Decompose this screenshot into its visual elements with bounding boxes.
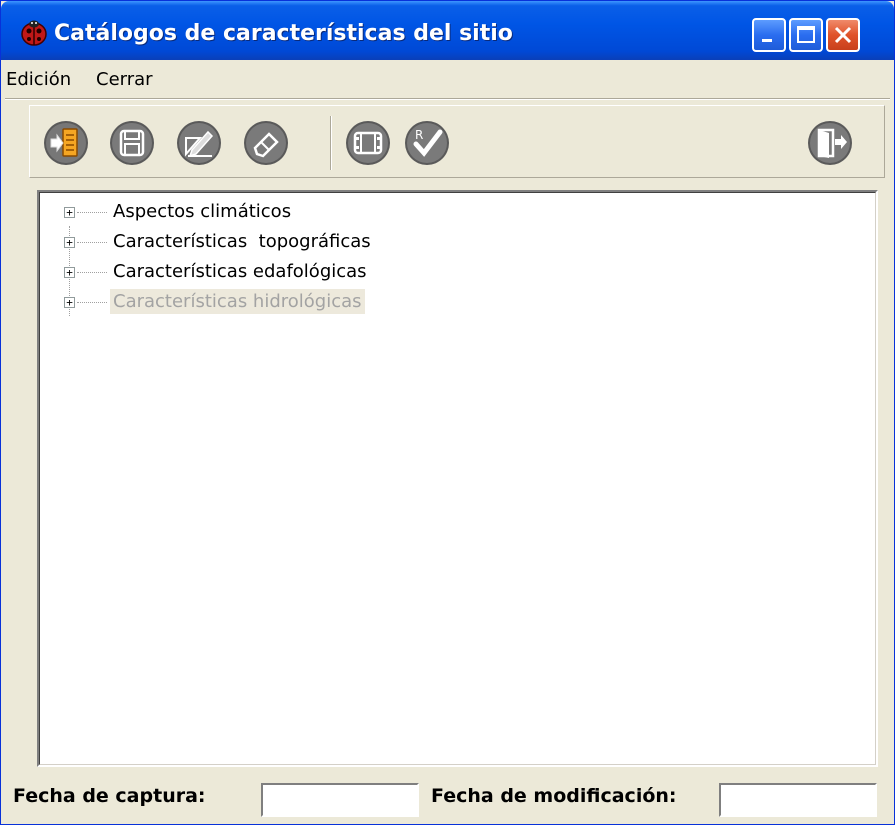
tree-item-label[interactable]: Características hidrológicas bbox=[110, 289, 365, 314]
app-window: Catálogos de características del sitio E… bbox=[0, 0, 895, 825]
svg-text:R: R bbox=[415, 128, 423, 142]
expand-icon[interactable]: + bbox=[64, 267, 75, 278]
maximize-icon bbox=[797, 26, 815, 43]
menu-cerrar[interactable]: Cerrar bbox=[96, 69, 153, 90]
save-button[interactable] bbox=[109, 120, 155, 166]
exit-door-icon bbox=[808, 121, 852, 165]
tree-item-label[interactable]: Características topográficas bbox=[110, 229, 374, 254]
spellcheck-icon: R bbox=[405, 121, 449, 165]
modified-date-field[interactable] bbox=[719, 783, 877, 817]
menu-bar: Edición Cerrar bbox=[1, 60, 894, 98]
edit-button[interactable] bbox=[176, 120, 222, 166]
footer: Fecha de captura: Fecha de modificación: bbox=[1, 771, 894, 824]
new-document-button[interactable] bbox=[43, 120, 89, 166]
tree-item-label[interactable]: Características edafológicas bbox=[110, 259, 370, 284]
exit-button[interactable] bbox=[807, 120, 853, 166]
expand-icon[interactable]: + bbox=[64, 237, 75, 248]
check-button[interactable]: R bbox=[404, 120, 450, 166]
expand-icon[interactable]: + bbox=[64, 207, 75, 218]
new-document-icon bbox=[44, 121, 88, 165]
edit-pencil-icon bbox=[177, 121, 221, 165]
close-icon bbox=[834, 26, 852, 44]
erase-button[interactable] bbox=[243, 120, 289, 166]
maximize-button[interactable] bbox=[789, 18, 823, 52]
menu-edicion[interactable]: Edición bbox=[6, 69, 71, 90]
view-button[interactable] bbox=[345, 120, 391, 166]
capture-date-field[interactable] bbox=[261, 783, 419, 817]
minimize-button[interactable] bbox=[752, 18, 786, 52]
close-button[interactable] bbox=[826, 18, 860, 52]
catalog-tree[interactable]: + Aspectos climáticos + Características … bbox=[37, 190, 878, 767]
menu-separator bbox=[5, 98, 890, 100]
toolbar: R bbox=[29, 105, 885, 178]
tree-item-label[interactable]: Aspectos climáticos bbox=[110, 199, 294, 224]
expand-icon[interactable]: + bbox=[64, 297, 75, 308]
minimize-icon bbox=[762, 39, 772, 42]
modified-date-label: Fecha de modificación: bbox=[431, 785, 677, 807]
save-icon bbox=[110, 121, 154, 165]
toolbar-divider bbox=[330, 116, 332, 170]
title-bar[interactable]: Catálogos de características del sitio bbox=[1, 1, 894, 60]
eraser-icon bbox=[244, 121, 288, 165]
window-title: Catálogos de características del sitio bbox=[54, 21, 513, 46]
film-icon bbox=[346, 121, 390, 165]
ladybug-icon[interactable] bbox=[19, 19, 49, 47]
capture-date-label: Fecha de captura: bbox=[13, 785, 206, 807]
